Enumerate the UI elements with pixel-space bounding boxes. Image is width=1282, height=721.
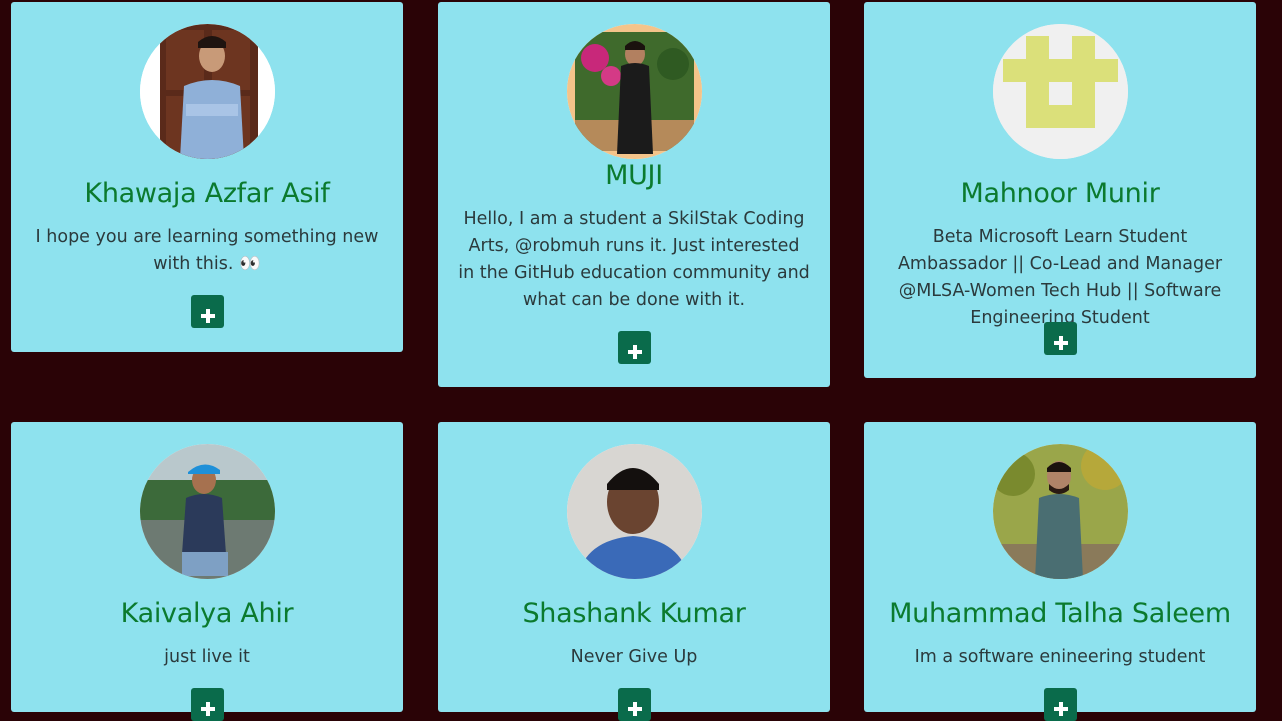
avatar — [140, 24, 275, 159]
profile-bio: Beta Microsoft Learn Student Ambassador … — [897, 227, 1223, 328]
avatar — [567, 24, 702, 159]
avatar — [993, 444, 1128, 579]
profile-bio: Im a software enineering student — [914, 647, 1206, 667]
plus-icon — [1053, 335, 1068, 350]
add-button[interactable] — [1044, 322, 1077, 355]
profile-bio: just live it — [164, 647, 250, 667]
profile-card: Muhammad Talha Saleem Im a software enin… — [864, 422, 1256, 721]
profile-card: MUJI Hello, I am a student a SkilStak Co… — [438, 2, 830, 387]
profile-name: Shashank Kumar — [522, 598, 746, 629]
profile-card: Shashank Kumar Never Give Up — [438, 422, 830, 721]
profile-card: Khawaja Azfar Asif I hope you are learni… — [11, 2, 403, 352]
identicon — [993, 24, 1128, 159]
avatar — [140, 444, 275, 579]
plus-icon — [200, 308, 215, 323]
profile-bio: Hello, I am a student a SkilStak Coding … — [458, 209, 810, 310]
plus-icon — [627, 701, 642, 716]
profile-name: MUJI — [605, 160, 663, 191]
avatar — [567, 444, 702, 579]
avatar — [993, 24, 1128, 159]
plus-icon — [200, 701, 215, 716]
profile-card: Mahnoor Munir Beta Microsoft Learn Stude… — [864, 2, 1256, 378]
add-button[interactable] — [191, 688, 224, 721]
profile-card: Kaivalya Ahir just live it — [11, 422, 403, 721]
plus-icon — [1053, 701, 1068, 716]
profile-name: Muhammad Talha Saleem — [889, 598, 1231, 629]
profile-bio: Never Give Up — [570, 647, 698, 667]
profile-bio: I hope you are learning something new wi… — [35, 227, 379, 274]
add-button[interactable] — [191, 295, 224, 328]
add-button[interactable] — [618, 688, 651, 721]
profile-name: Mahnoor Munir — [960, 178, 1160, 209]
profile-name: Kaivalya Ahir — [120, 598, 294, 629]
add-button[interactable] — [1044, 688, 1077, 721]
add-button[interactable] — [618, 331, 651, 364]
profile-name: Khawaja Azfar Asif — [84, 178, 330, 209]
plus-icon — [627, 344, 642, 359]
